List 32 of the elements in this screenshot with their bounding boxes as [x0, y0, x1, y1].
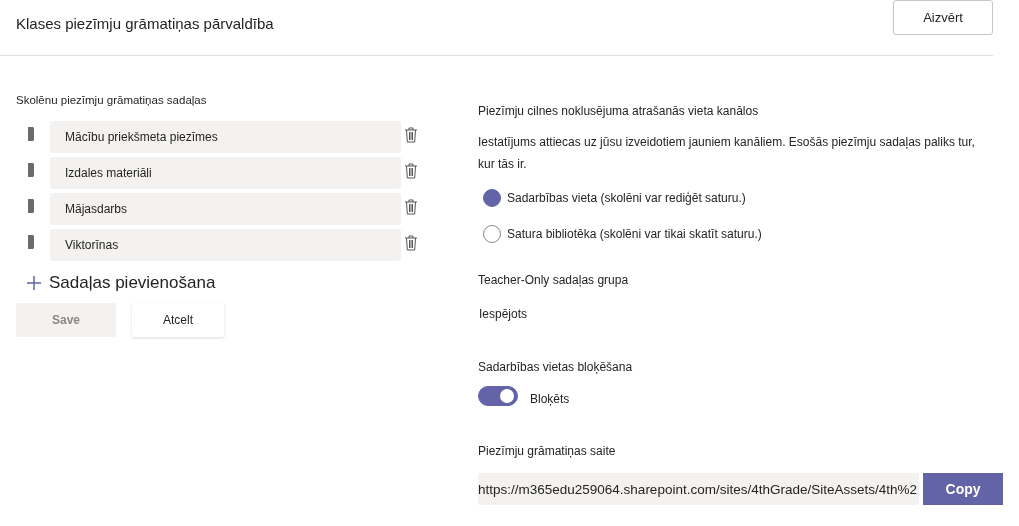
radio-label[interactable]: Satura bibliotēka (skolēni var tikai skatīt saturu.) — [507, 227, 762, 241]
section-name-field[interactable]: Izdales materiāli — [50, 157, 401, 189]
page-title: Klases piezīmju grāmatiņas pārvaldība — [16, 15, 274, 32]
drag-handle-icon[interactable] — [28, 127, 34, 141]
copy-button[interactable]: Copy — [923, 473, 1003, 505]
delete-icon[interactable] — [404, 127, 418, 143]
link-field[interactable]: https://m365edu259064.sharepoint.com/sites/4thGrade/SiteAssets/4th%2 — [478, 473, 919, 505]
drag-handle-icon[interactable] — [28, 163, 34, 177]
drag-handle-icon[interactable] — [28, 235, 34, 249]
delete-icon[interactable] — [404, 235, 418, 251]
setting-heading: Teacher-Only sadaļas grupa — [478, 273, 630, 287]
setting-heading: Piezīmju grāmatiņas saite — [478, 444, 617, 458]
cancel-button[interactable]: Atcelt — [132, 303, 224, 337]
setting-heading: Piezīmju cilnes noklusējuma atrašanās vieta kanālos — [478, 104, 760, 118]
radio-button[interactable] — [483, 189, 501, 207]
delete-icon[interactable] — [404, 199, 418, 215]
section-name-field[interactable]: Mājasdarbs — [50, 193, 401, 225]
section-name-field[interactable]: Mācību priekšmeta piezīmes — [50, 121, 401, 153]
close-button[interactable]: Aizvērt — [893, 0, 993, 35]
setting-heading: Sadarbības vietas bloķēšana — [478, 360, 634, 374]
toggle-label: Bloķēts — [530, 392, 570, 406]
sections-label: Skolēnu piezīmju grāmatiņas sadaļas — [16, 94, 208, 106]
delete-icon[interactable] — [404, 163, 418, 179]
setting-description: Iestatījums attiecas uz jūsu izveidotiem jauniem kanāliem. Esošās piezīmju sadaļas paliks tur, kur tās ir. — [478, 134, 976, 173]
add-section-button[interactable]: Sadaļas pievienošana — [26, 271, 216, 295]
radio-button[interactable] — [483, 225, 501, 243]
radio-label[interactable]: Sadarbības vieta (skolēni var rediģēt saturu.) — [507, 191, 746, 205]
section-name-field[interactable]: Viktorīnas — [50, 229, 401, 261]
plus-icon — [26, 275, 42, 291]
toggle-switch[interactable] — [478, 386, 518, 406]
setting-value: Iespējots — [479, 307, 529, 321]
drag-handle-icon[interactable] — [28, 199, 34, 213]
